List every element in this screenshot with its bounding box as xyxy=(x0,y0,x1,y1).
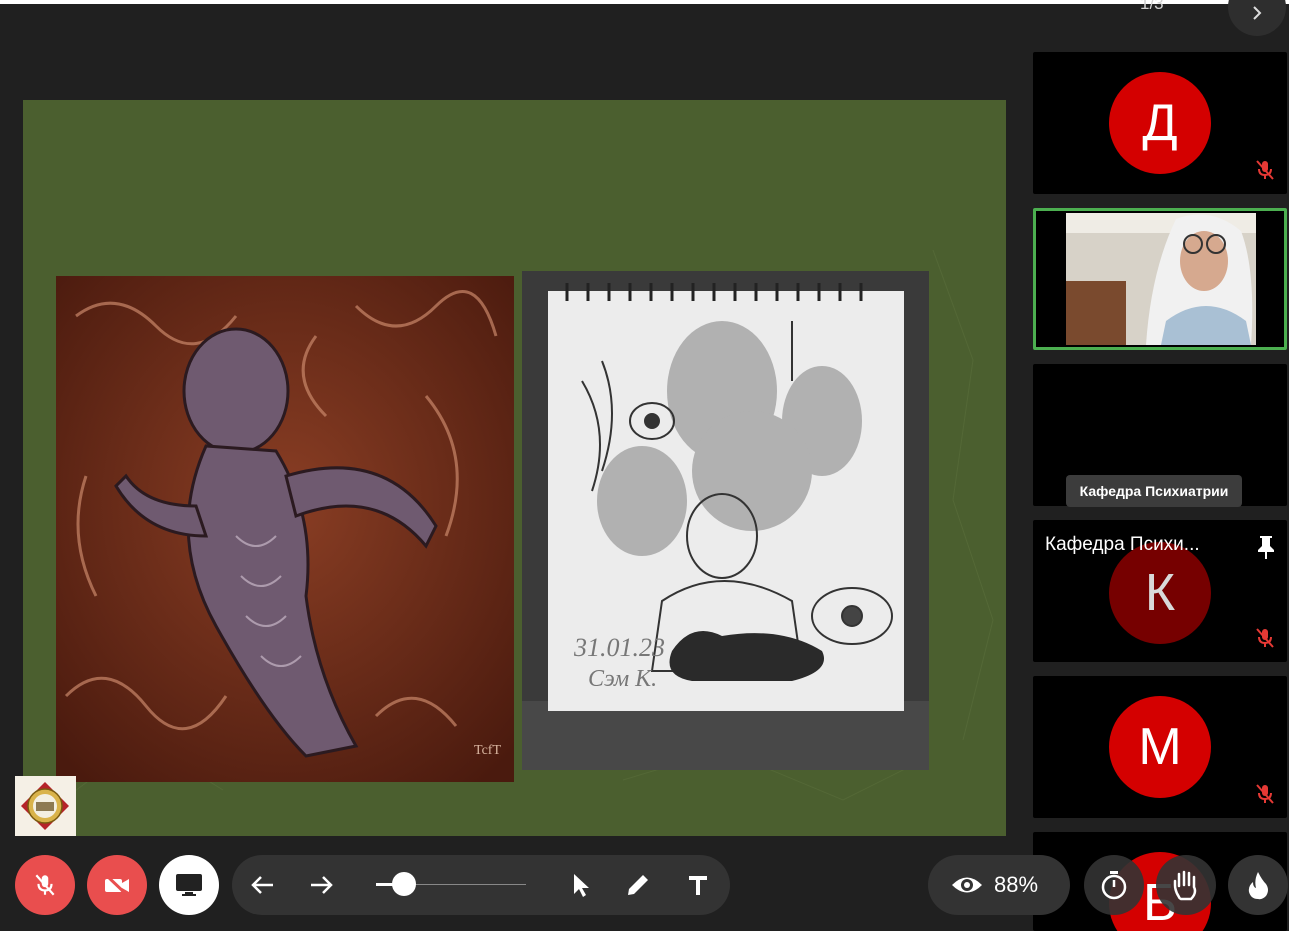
top-edge xyxy=(0,0,1289,4)
mic-off-icon xyxy=(1256,160,1274,180)
participant-tooltip: Кафедра Психиатрии xyxy=(1066,475,1242,507)
university-logo xyxy=(15,776,76,836)
svg-text:31.01.23: 31.01.23 xyxy=(573,633,665,662)
arrow-right-icon xyxy=(311,876,333,894)
eye-icon xyxy=(952,877,982,893)
presentation-toolbar xyxy=(232,855,730,915)
svg-text:Сэм К.: Сэм К. xyxy=(588,666,657,692)
viewers-indicator[interactable]: 88% xyxy=(928,855,1070,915)
pointer-tool-button[interactable] xyxy=(562,867,598,903)
zoom-slider-knob[interactable] xyxy=(392,872,416,896)
mic-off-icon xyxy=(1256,784,1274,804)
text-tool-icon xyxy=(689,876,707,895)
svg-text:TcfT: TcfT xyxy=(474,743,501,758)
pin-icon[interactable] xyxy=(1255,534,1277,560)
screen-share-icon xyxy=(176,874,202,896)
sketch-artwork: 31.01.23 Сэм К. xyxy=(522,271,929,770)
pencil-icon xyxy=(628,875,648,895)
mic-off-icon xyxy=(1256,628,1274,648)
mic-toggle-button[interactable] xyxy=(15,855,75,915)
next-slide-button[interactable] xyxy=(304,867,340,903)
avatar: К xyxy=(1109,542,1211,644)
raise-hand-icon xyxy=(1173,870,1197,901)
participant-tile-pinned[interactable]: К Кафедра Психи... xyxy=(1033,520,1287,662)
chevron-right-icon xyxy=(1253,6,1262,20)
participant-tile[interactable]: М xyxy=(1033,676,1287,818)
pencil-tool-button[interactable] xyxy=(620,867,656,903)
participant-video xyxy=(1036,211,1284,347)
participant-tile-active-speaker[interactable] xyxy=(1033,208,1287,350)
camera-off-icon xyxy=(104,873,129,897)
presentation-slide: TcfT 31.01.23 Сэм К. xyxy=(23,100,1006,836)
avatar: М xyxy=(1109,696,1211,798)
participant-name: Кафедра Психи... xyxy=(1045,534,1200,555)
text-tool-button[interactable] xyxy=(680,867,716,903)
reactions-button[interactable] xyxy=(1228,855,1288,915)
fire-icon xyxy=(1248,872,1268,900)
viewers-percent: 88% xyxy=(994,872,1039,897)
cursor-icon xyxy=(574,874,589,897)
prev-slide-button[interactable] xyxy=(244,867,280,903)
camera-toggle-button[interactable] xyxy=(87,855,147,915)
painting-artwork: TcfT xyxy=(56,276,514,782)
top-bar xyxy=(0,0,1289,44)
zoom-slider-track[interactable] xyxy=(402,884,526,885)
timer-button[interactable] xyxy=(1084,855,1144,915)
participant-tile[interactable]: Д xyxy=(1033,52,1287,194)
timer-icon xyxy=(1101,871,1127,900)
mic-off-icon xyxy=(35,874,55,896)
avatar: Д xyxy=(1109,72,1211,174)
screen-share-button[interactable] xyxy=(159,855,219,915)
raise-hand-button[interactable] xyxy=(1156,855,1216,915)
page-indicator: 1/3 xyxy=(1140,0,1164,13)
arrow-left-icon xyxy=(251,876,273,894)
